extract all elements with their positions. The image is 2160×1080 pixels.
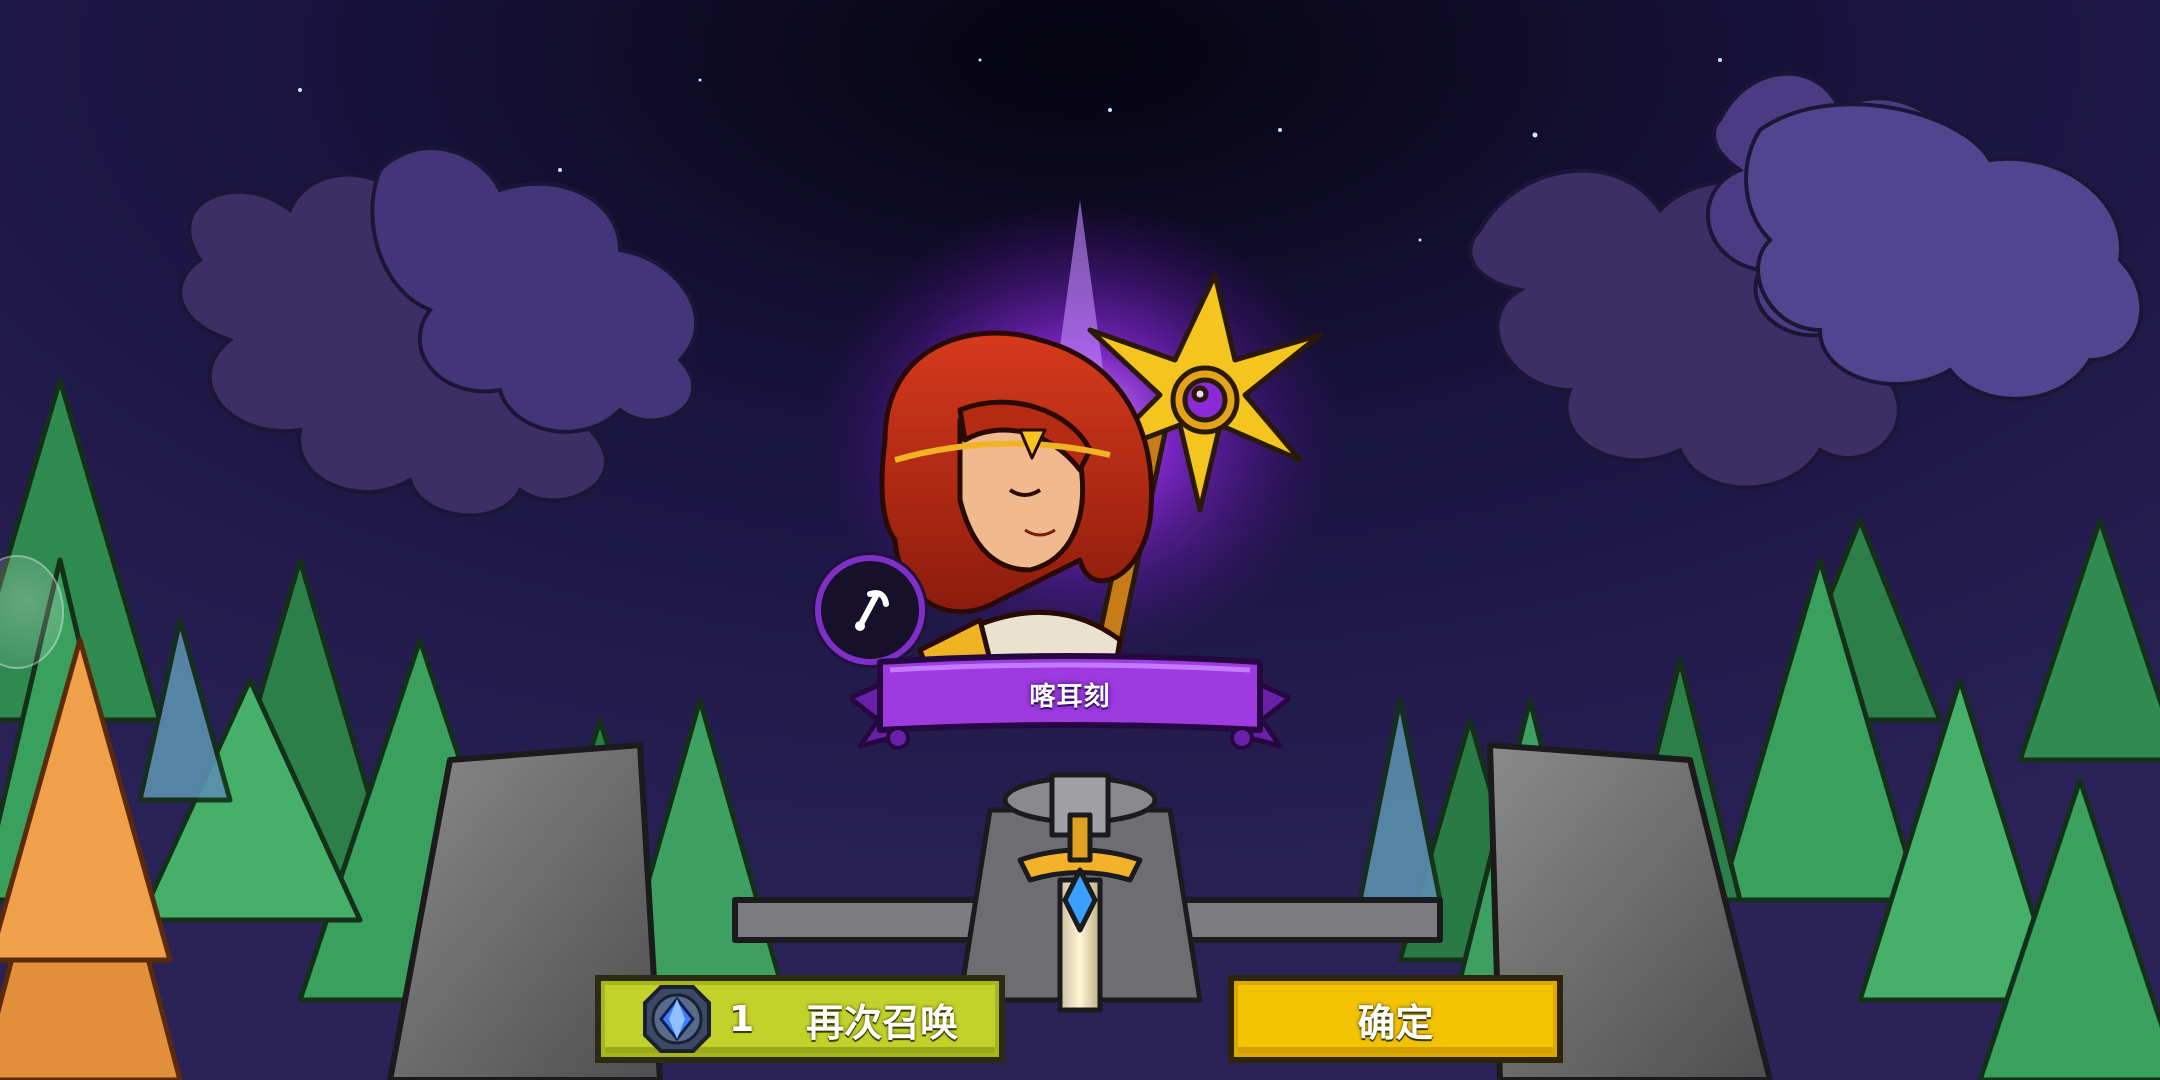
hero-name: 喀耳刻 [1029,681,1111,712]
staff-icon [855,590,889,631]
confirm-button[interactable]: 确定 [1228,975,1563,1063]
resummon-label: 再次召唤 [806,1000,959,1045]
hero-name-banner: 喀耳刻 [850,650,1290,750]
resummon-button[interactable]: 1 再次召唤 [595,975,1005,1063]
class-badge [815,555,925,665]
gem-icon [643,985,711,1053]
confirm-label: 确定 [1357,1000,1434,1045]
summon-scene [0,0,2160,1080]
resummon-cost: 1 [729,998,755,1040]
